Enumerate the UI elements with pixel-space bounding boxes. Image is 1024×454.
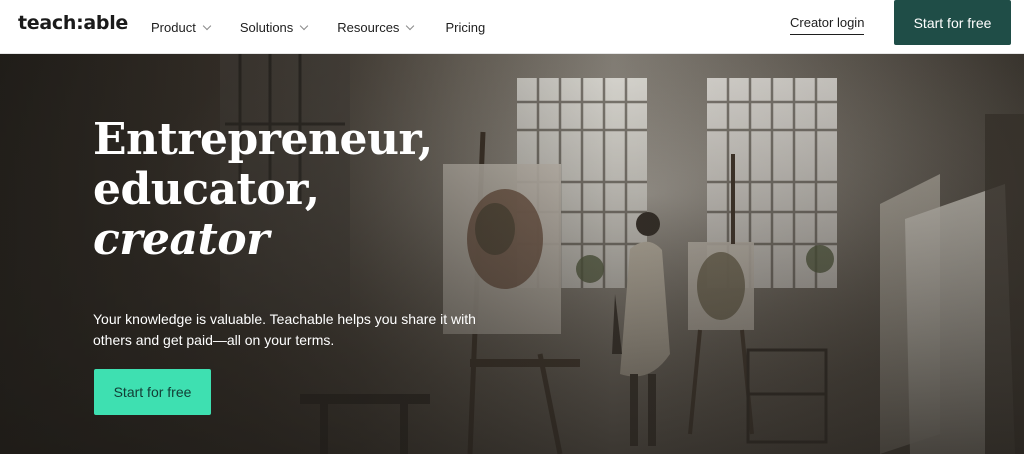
menu-item-label: Solutions xyxy=(239,19,294,35)
chevron-down-icon xyxy=(202,21,212,30)
main-menu: Product Solutions Resources Pricing xyxy=(151,0,515,54)
teachable-logo[interactable]: teach:able xyxy=(18,12,128,34)
chevron-down-icon xyxy=(406,21,415,30)
menu-item-label: Product xyxy=(151,19,196,35)
headline-line: Entrepreneur, xyxy=(93,114,433,165)
hero-section: Entrepreneur, educator, creator Your kno… xyxy=(0,54,1024,454)
hero-headline: Entrepreneur, educator, creator xyxy=(93,115,433,265)
menu-item-label: Pricing xyxy=(445,19,486,35)
headline-line-italic: creator xyxy=(93,214,269,265)
creator-login-link[interactable]: Creator login xyxy=(790,15,865,35)
chevron-down-icon xyxy=(300,21,309,30)
top-navigation: teach:able Product Solutions Resources P… xyxy=(0,0,1024,54)
menu-item-solutions[interactable]: Solutions xyxy=(239,19,309,35)
menu-item-resources[interactable]: Resources xyxy=(337,19,415,35)
menu-item-pricing[interactable]: Pricing xyxy=(445,20,485,35)
hero-subtext: Your knowledge is valuable. Teachable he… xyxy=(93,311,476,348)
headline-line: educator, xyxy=(93,164,320,215)
menu-item-label: Resources xyxy=(337,19,400,35)
hero-start-for-free-button[interactable]: Start for free xyxy=(94,369,211,415)
start-for-free-button[interactable]: Start for free xyxy=(894,0,1011,45)
menu-item-product[interactable]: Product xyxy=(151,19,212,35)
